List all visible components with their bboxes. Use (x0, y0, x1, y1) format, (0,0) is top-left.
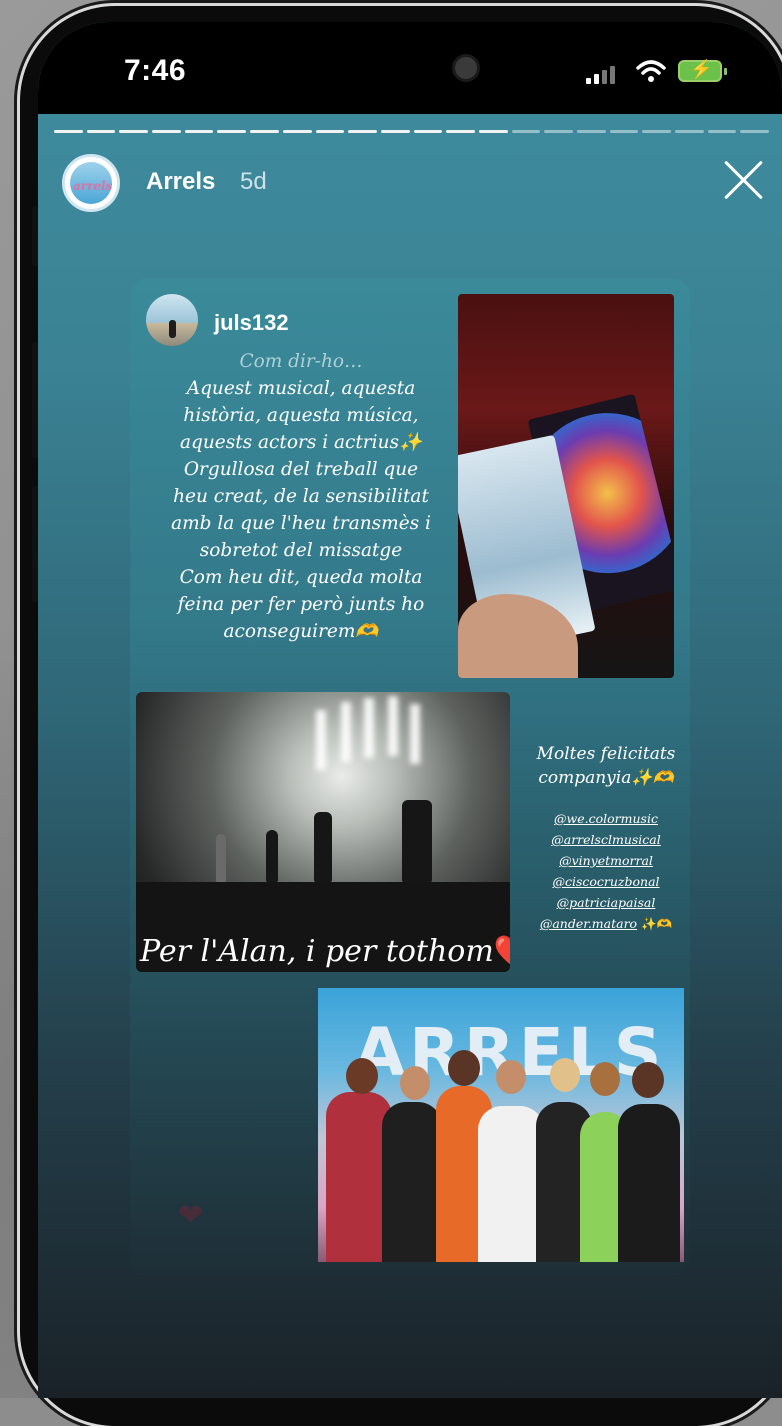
progress-segment (577, 130, 606, 133)
progress-segment (675, 130, 704, 133)
status-bar: 7:46 ⚡ (38, 22, 782, 114)
story-avatar[interactable]: arrels (62, 154, 120, 212)
mention-link[interactable]: @ander.mataro (540, 916, 637, 931)
caption-line: sobretot del missatge (199, 540, 403, 561)
progress-segment (740, 130, 770, 133)
progress-segment (478, 130, 508, 133)
congrats-text: Moltes felicitats companyia✨🫶 (522, 742, 690, 790)
post-avatar[interactable] (146, 294, 198, 346)
mention-link[interactable]: @we.colormusic (554, 811, 658, 826)
front-camera (452, 54, 480, 82)
story-username[interactable]: Arrels (146, 168, 215, 196)
progress-segment (609, 130, 639, 133)
status-time: 7:46 (124, 54, 187, 87)
caption-line: Com heu dit, queda molta (179, 567, 423, 588)
caption-line: amb la que l'heu transmès i (171, 513, 431, 534)
battery-charging-icon: ⚡ (678, 59, 727, 82)
caption-line: heu creat, de la sensibilitat (173, 486, 429, 507)
story-progress-bar (54, 130, 770, 133)
stage-photo-caption: Per l'Alan, i per tothom❤️ (140, 934, 510, 969)
caption-line: Com dir-ho… (239, 351, 363, 372)
caption-line: feina per fer però junts ho (177, 594, 425, 615)
progress-segment (707, 130, 737, 133)
post-caption: Com dir-ho… Aquest musical, aquesta històr… (150, 348, 452, 645)
progress-segment (250, 130, 279, 133)
close-icon[interactable] (720, 156, 768, 204)
progress-segment (86, 130, 116, 133)
congrats-line: companyia✨🫶 (538, 768, 674, 788)
progress-segment (282, 130, 312, 133)
progress-segment (511, 130, 541, 133)
progress-segment (348, 130, 377, 133)
tickets-photo (458, 294, 674, 678)
progress-segment (642, 130, 672, 133)
mention-link[interactable]: @patriciapaisal (557, 895, 656, 910)
progress-segment (119, 130, 149, 133)
mention-link[interactable]: @vinyetmorral (559, 853, 653, 868)
caption-line: Aquest musical, aquesta (186, 378, 416, 399)
mentions-list: @we.colormusic @arrelsclmusical @vinyetmor… (539, 811, 673, 931)
mention-link[interactable]: @ciscocruzbonal (552, 874, 659, 889)
story-age: 5d (240, 168, 267, 195)
progress-segment (315, 130, 345, 133)
reshared-post-card[interactable]: juls132 Com dir-ho… Aquest musical, aques… (130, 278, 690, 1276)
stage-photo: Per l'Alan, i per tothom❤️ (136, 692, 510, 972)
progress-segment (446, 130, 475, 133)
group-photo: ARRELS (318, 988, 684, 1262)
caption-line: aquests actors i actrius✨ (179, 432, 423, 453)
post-username[interactable]: juls132 (214, 310, 289, 336)
progress-segment (217, 130, 247, 133)
mention-link[interactable]: @arrelsclmusical (551, 832, 660, 847)
progress-segment (152, 130, 181, 133)
ghost-heart-icon: ❤ (178, 1199, 204, 1232)
progress-segment (544, 130, 573, 133)
caption-line: Orgullosa del treball que (183, 459, 419, 480)
screen: 7:46 ⚡ arrels Arrels 5d juls132 Com dir-… (38, 22, 782, 1398)
heart-emoji: ❤️ (494, 934, 510, 969)
progress-segment (413, 130, 443, 133)
caption-line: història, aquesta música, (183, 405, 419, 426)
progress-segment (184, 130, 214, 133)
congrats-line: Moltes felicitats (536, 744, 676, 764)
caption-line: aconseguirem🫶 (223, 621, 379, 642)
wifi-icon (636, 60, 666, 82)
progress-segment (54, 130, 83, 133)
signal-icon (586, 66, 615, 84)
progress-segment (380, 130, 410, 133)
